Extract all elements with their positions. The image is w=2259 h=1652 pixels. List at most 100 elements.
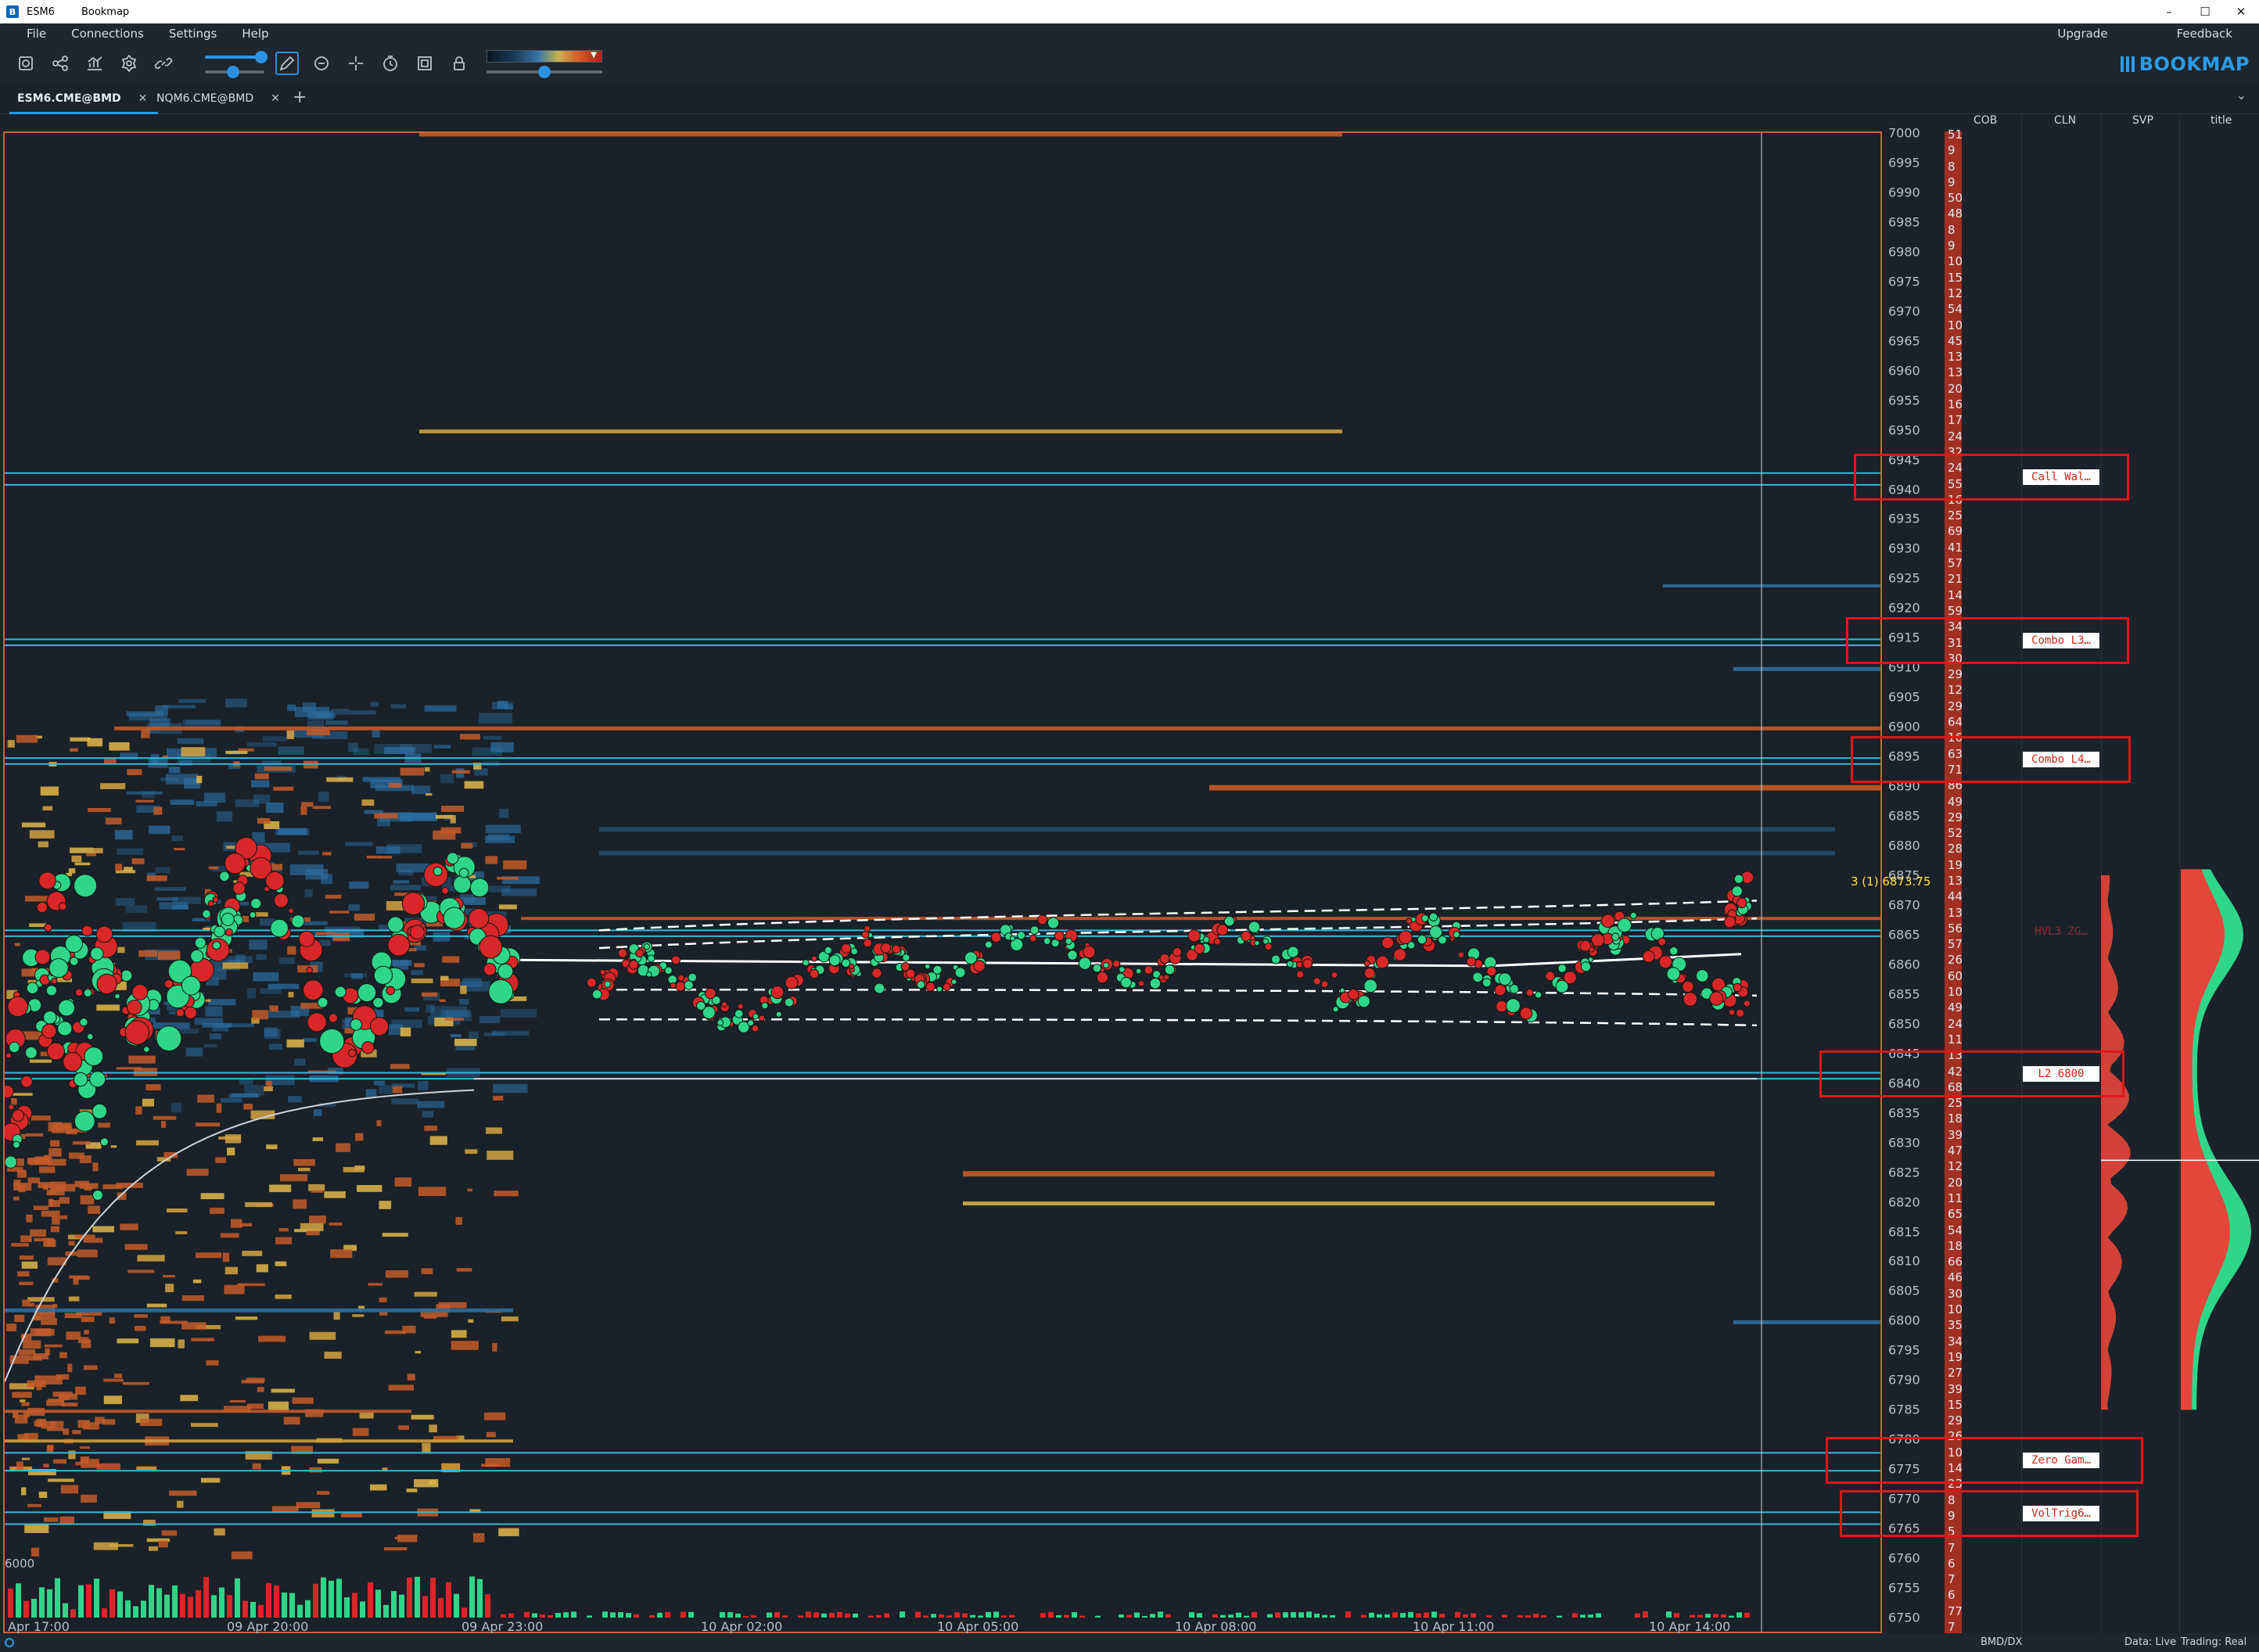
trading-status: Trading: Real xyxy=(2181,1636,2247,1648)
toolbar xyxy=(0,44,2259,84)
chevron-down-icon[interactable]: ⌄ xyxy=(2236,88,2246,102)
cob-value: 15 xyxy=(1948,1397,1963,1412)
connection-status-icon[interactable] xyxy=(5,1638,14,1647)
price-tick: 6760 xyxy=(1888,1550,1920,1566)
close-tab-icon[interactable]: ✕ xyxy=(138,92,148,105)
link-icon[interactable] xyxy=(152,52,175,75)
close-tab-icon[interactable]: ✕ xyxy=(271,92,280,105)
close-icon[interactable]: ✕ xyxy=(2223,0,2259,23)
heatmap-color-scale[interactable]: ▼ xyxy=(487,50,602,63)
heatmap-chart[interactable] xyxy=(3,131,1882,1633)
cob-value: 24 xyxy=(1948,429,1963,444)
cob-value: 59 xyxy=(1948,603,1963,618)
cob-value: 29 xyxy=(1948,699,1963,713)
cob-value: 7 xyxy=(1948,1540,1956,1555)
time-tick: 09 Apr 20:00 xyxy=(227,1619,309,1634)
bookmap-logo: BOOKMAP xyxy=(2120,53,2250,75)
feedback-link[interactable]: Feedback xyxy=(2177,27,2232,41)
screenshot-icon[interactable] xyxy=(14,52,38,75)
opacity-slider[interactable] xyxy=(205,51,268,63)
cob-value: 8 xyxy=(1948,222,1956,237)
tab-esm6[interactable]: ESM6.CME@BMD ✕ xyxy=(9,92,159,114)
highlight-box xyxy=(1854,454,2129,501)
cob-value: 39 xyxy=(1948,1127,1963,1142)
cob-value: 50 xyxy=(1948,191,1963,206)
price-tick: 6975 xyxy=(1888,274,1920,289)
cob-value: 49 xyxy=(1948,1000,1963,1015)
time-axis[interactable]: Apr 17:00 09 Apr 20:00 09 Apr 23:00 10 Apr … xyxy=(0,1619,1879,1634)
price-tick: 6905 xyxy=(1888,689,1920,705)
menu-bar: File Connections Settings Help Upgrade F… xyxy=(0,23,2259,44)
cob-value: 24 xyxy=(1948,1016,1963,1031)
window-title-bar: B ESM6 Bookmap – ☐ ✕ xyxy=(0,0,2259,23)
minimize-icon[interactable]: – xyxy=(2151,0,2187,23)
price-tick: 6800 xyxy=(1888,1313,1920,1328)
cob-value: 10 xyxy=(1948,318,1963,332)
time-tick: 10 Apr 14:00 xyxy=(1649,1619,1731,1634)
cob-value: 60 xyxy=(1948,968,1963,983)
heatmap-contrast-slider[interactable] xyxy=(487,66,602,78)
heatmap-canvas[interactable] xyxy=(5,133,1882,1633)
maximize-icon[interactable]: ☐ xyxy=(2187,0,2223,23)
cob-value: 48 xyxy=(1948,206,1963,221)
price-tick: 6850 xyxy=(1888,1016,1920,1032)
price-tick: 6815 xyxy=(1888,1224,1920,1240)
level-label[interactable]: HVL3 ZG… xyxy=(2023,924,2099,939)
chat-icon[interactable] xyxy=(310,52,333,75)
cob-value: 20 xyxy=(1948,381,1963,396)
price-tick: 6885 xyxy=(1888,808,1920,824)
cob-value: 13 xyxy=(1948,350,1963,365)
cob-value: 77 xyxy=(1948,1604,1963,1618)
cob-value: 13 xyxy=(1948,365,1963,380)
cob-value: 6 xyxy=(1948,1588,1956,1603)
cob-value: 46 xyxy=(1948,1270,1963,1285)
cob-value: 57 xyxy=(1948,556,1963,571)
timer-icon[interactable] xyxy=(379,52,402,75)
contrast-slider[interactable] xyxy=(205,66,264,78)
time-tick: Apr 17:00 xyxy=(8,1619,70,1634)
price-tick: 6995 xyxy=(1888,155,1920,171)
cob-value: 19 xyxy=(1948,857,1963,872)
price-tick: 6930 xyxy=(1888,540,1920,556)
cob-value: 7 xyxy=(1948,1620,1956,1634)
cob-value: 44 xyxy=(1948,889,1963,904)
chevron-down-icon[interactable]: ▼ xyxy=(591,51,597,59)
price-tick: 6820 xyxy=(1888,1194,1920,1210)
cob-value: 30 xyxy=(1948,1286,1963,1301)
cob-value: 65 xyxy=(1948,1207,1963,1222)
price-tick: 6860 xyxy=(1888,957,1920,972)
menu-file[interactable]: File xyxy=(27,27,46,41)
price-tick: 6830 xyxy=(1888,1135,1920,1151)
cob-value: 25 xyxy=(1948,508,1963,523)
indicators-icon[interactable] xyxy=(83,52,106,75)
cob-value: 10 xyxy=(1948,254,1963,269)
crosshair-icon[interactable] xyxy=(344,52,368,75)
cob-value: 35 xyxy=(1948,1318,1963,1333)
menu-help[interactable]: Help xyxy=(242,27,268,41)
layout-icon[interactable] xyxy=(413,52,436,75)
cob-value: 54 xyxy=(1948,302,1963,317)
price-tick: 6985 xyxy=(1888,214,1920,230)
add-tab-icon[interactable]: + xyxy=(293,88,307,107)
settings-gear-icon[interactable] xyxy=(117,52,141,75)
menu-connections[interactable]: Connections xyxy=(71,27,144,41)
price-tick: 6835 xyxy=(1888,1105,1920,1121)
tab-label: ESM6.CME@BMD xyxy=(17,92,121,105)
menu-settings[interactable]: Settings xyxy=(169,27,217,41)
cob-value: 51 xyxy=(1948,127,1963,142)
app-icon: B xyxy=(6,5,19,18)
price-tick: 7000 xyxy=(1888,125,1920,141)
cob-value: 9 xyxy=(1948,239,1956,253)
time-tick: 10 Apr 05:00 xyxy=(937,1619,1019,1634)
cob-value: 16 xyxy=(1948,397,1963,412)
upgrade-link[interactable]: Upgrade xyxy=(2057,27,2107,41)
lock-icon[interactable] xyxy=(447,52,471,75)
current-price-marker: 3 (1) 6873.75 xyxy=(1851,874,1945,890)
share-icon[interactable] xyxy=(48,52,72,75)
cob-value: 47 xyxy=(1948,1144,1963,1158)
drawing-pencil-icon[interactable] xyxy=(275,52,299,75)
price-tick: 6755 xyxy=(1888,1580,1920,1596)
cob-value: 69 xyxy=(1948,524,1963,539)
cob-value: 56 xyxy=(1948,921,1963,936)
tab-nqm6[interactable]: NQM6.CME@BMD ✕ xyxy=(156,92,280,105)
